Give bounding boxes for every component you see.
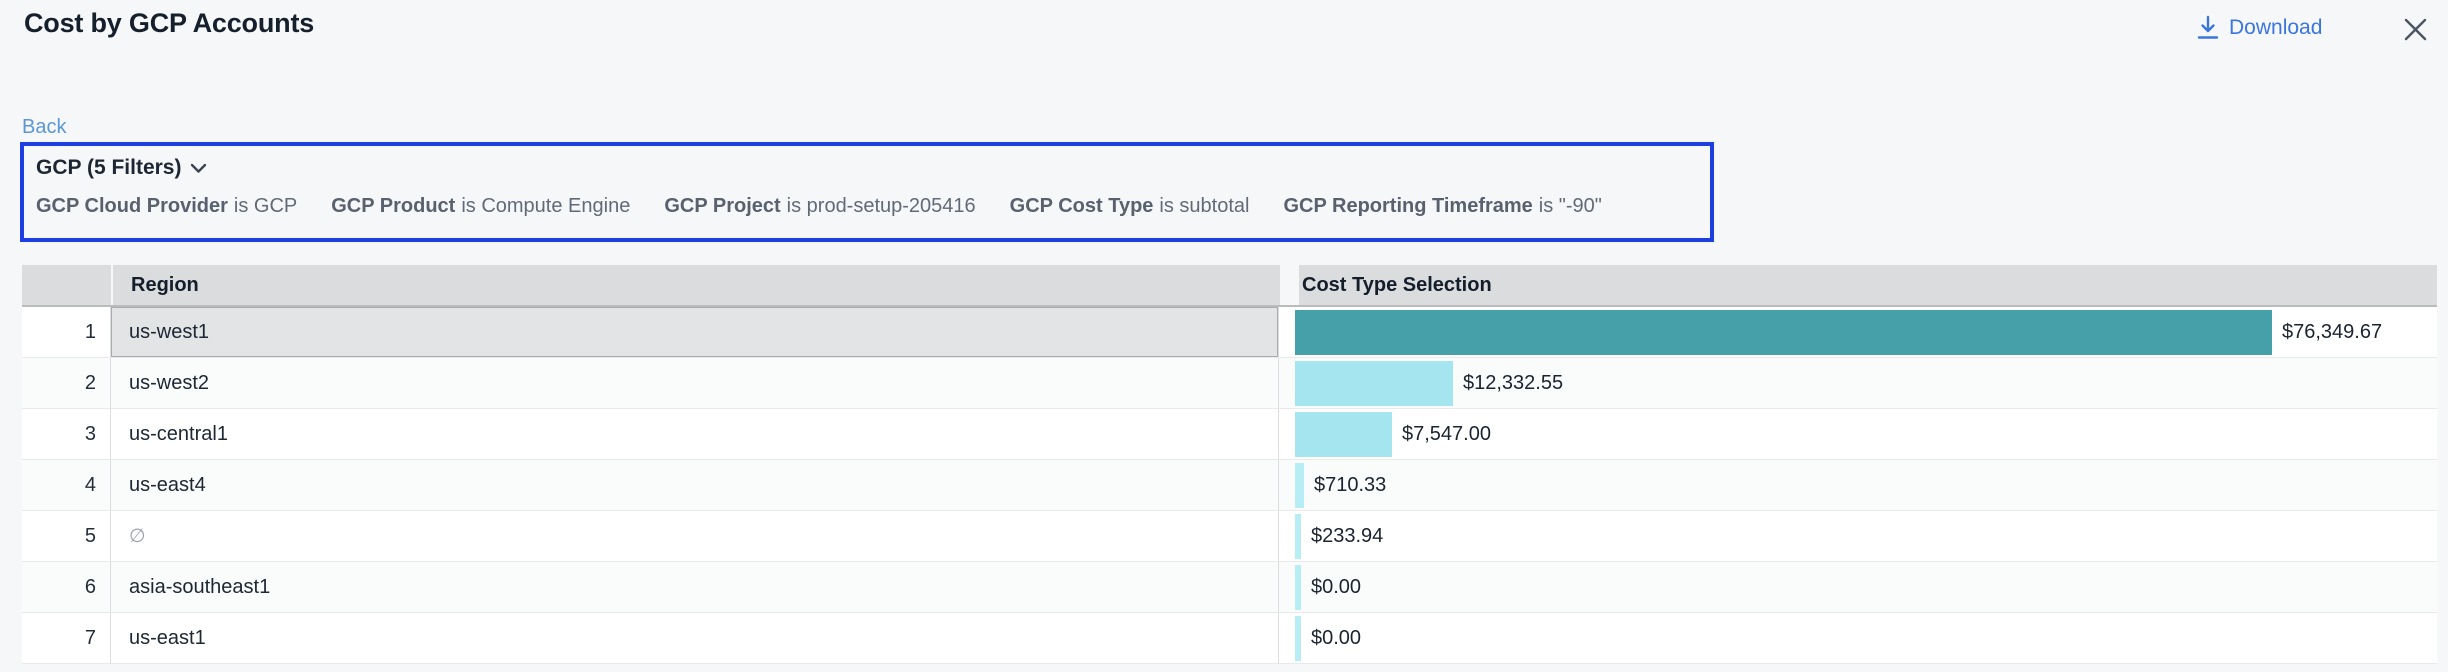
cost-bar[interactable] [1295, 463, 1304, 508]
column-header-cost[interactable]: Cost Type Selection [1299, 265, 2437, 305]
cost-value: $233.94 [1311, 525, 1383, 548]
filter-condition: is subtotal [1159, 195, 1249, 217]
chevron-down-icon [190, 163, 207, 174]
region-cell[interactable]: ∅ [111, 511, 1279, 561]
download-icon [2196, 15, 2220, 41]
cost-cell: $7,547.00 [1279, 409, 2437, 459]
filter-item: GCP Project is prod-setup-205416 [664, 195, 975, 218]
filter-condition: is prod-setup-205416 [787, 195, 976, 217]
table-row[interactable]: 5∅ $233.94 [22, 511, 2437, 562]
back-link[interactable]: Back [22, 116, 66, 139]
filter-condition: is Compute Engine [461, 195, 630, 217]
cost-bar[interactable] [1295, 361, 1453, 406]
cost-cell: $76,349.67 [1279, 307, 2437, 357]
cost-cell: $710.33 [1279, 460, 2437, 510]
table-row[interactable]: 1us-west1 $76,349.67 [22, 307, 2437, 358]
filter-item: GCP Reporting Timeframe is "-90" [1283, 195, 1601, 218]
region-cell[interactable]: us-east4 [111, 460, 1279, 510]
cost-value: $0.00 [1311, 627, 1361, 650]
cost-bar[interactable] [1295, 412, 1392, 457]
row-index: 1 [22, 307, 111, 357]
cost-bar[interactable] [1295, 514, 1301, 559]
column-header-region[interactable]: Region [113, 265, 1280, 305]
filter-condition: is GCP [234, 195, 297, 217]
row-index: 7 [22, 613, 111, 663]
filter-field: GCP Product [331, 195, 455, 217]
row-index: 6 [22, 562, 111, 612]
cost-value: $76,349.67 [2282, 321, 2382, 344]
cost-report-modal: Cost by GCP Accounts Download Back GCP (… [0, 0, 2448, 672]
region-cell[interactable]: us-west2 [111, 358, 1279, 408]
cost-cell: $0.00 [1279, 613, 2437, 663]
region-cell[interactable]: asia-southeast1 [111, 562, 1279, 612]
region-cell[interactable]: us-west1 [111, 307, 1279, 357]
region-cell[interactable]: us-east1 [111, 613, 1279, 663]
table-body: 1us-west1$76,349.672us-west2$12,332.553u… [22, 307, 2437, 664]
page-title: Cost by GCP Accounts [24, 8, 314, 39]
table-row[interactable]: 2us-west2 $12,332.55 [22, 358, 2437, 409]
download-label: Download [2229, 16, 2322, 40]
cost-value: $710.33 [1314, 474, 1386, 497]
cost-bar[interactable] [1295, 616, 1301, 661]
cost-cell: $12,332.55 [1279, 358, 2437, 408]
filter-field: GCP Project [664, 195, 780, 217]
table-header-row: Region Cost Type Selection [22, 265, 2437, 307]
filter-item: GCP Cost Typeis subtotal [1010, 195, 1250, 218]
close-icon[interactable] [2402, 16, 2429, 43]
filter-field: GCP Cost Type [1010, 195, 1154, 217]
cost-value: $7,547.00 [1402, 423, 1491, 446]
cost-value: $0.00 [1311, 576, 1361, 599]
filter-field: GCP Reporting Timeframe [1283, 195, 1532, 217]
filter-item: GCP Product is Compute Engine [331, 195, 630, 218]
row-index: 4 [22, 460, 111, 510]
filter-panel: GCP (5 Filters) GCP Cloud Provider is GCP… [20, 142, 1714, 242]
table-row[interactable]: 3us-central1 $7,547.00 [22, 409, 2437, 460]
table-row[interactable]: 4us-east4 $710.33 [22, 460, 2437, 511]
table-row[interactable]: 7us-east1 $0.00 [22, 613, 2437, 664]
cost-table: Region Cost Type Selection 1us-west1 $76,… [22, 265, 2437, 664]
filter-item: GCP Cloud Provider is GCP [36, 195, 297, 218]
cost-bar[interactable] [1295, 310, 2272, 355]
column-header-index[interactable] [22, 265, 111, 305]
download-button[interactable]: Download [2196, 15, 2322, 41]
row-index: 2 [22, 358, 111, 408]
cost-value: $12,332.55 [1463, 372, 1563, 395]
filter-summary-toggle[interactable]: GCP (5 Filters) [36, 156, 207, 180]
row-index: 3 [22, 409, 111, 459]
row-index: 5 [22, 511, 111, 561]
table-row[interactable]: 6asia-southeast1 $0.00 [22, 562, 2437, 613]
region-cell[interactable]: us-central1 [111, 409, 1279, 459]
filter-list: GCP Cloud Provider is GCP GCP Product is Co… [36, 195, 1710, 218]
filter-summary-label: GCP (5 Filters) [36, 156, 181, 180]
filter-condition: is "-90" [1539, 195, 1602, 217]
filter-field: GCP Cloud Provider [36, 195, 228, 217]
cost-cell: $233.94 [1279, 511, 2437, 561]
cost-bar[interactable] [1295, 565, 1301, 610]
cost-cell: $0.00 [1279, 562, 2437, 612]
